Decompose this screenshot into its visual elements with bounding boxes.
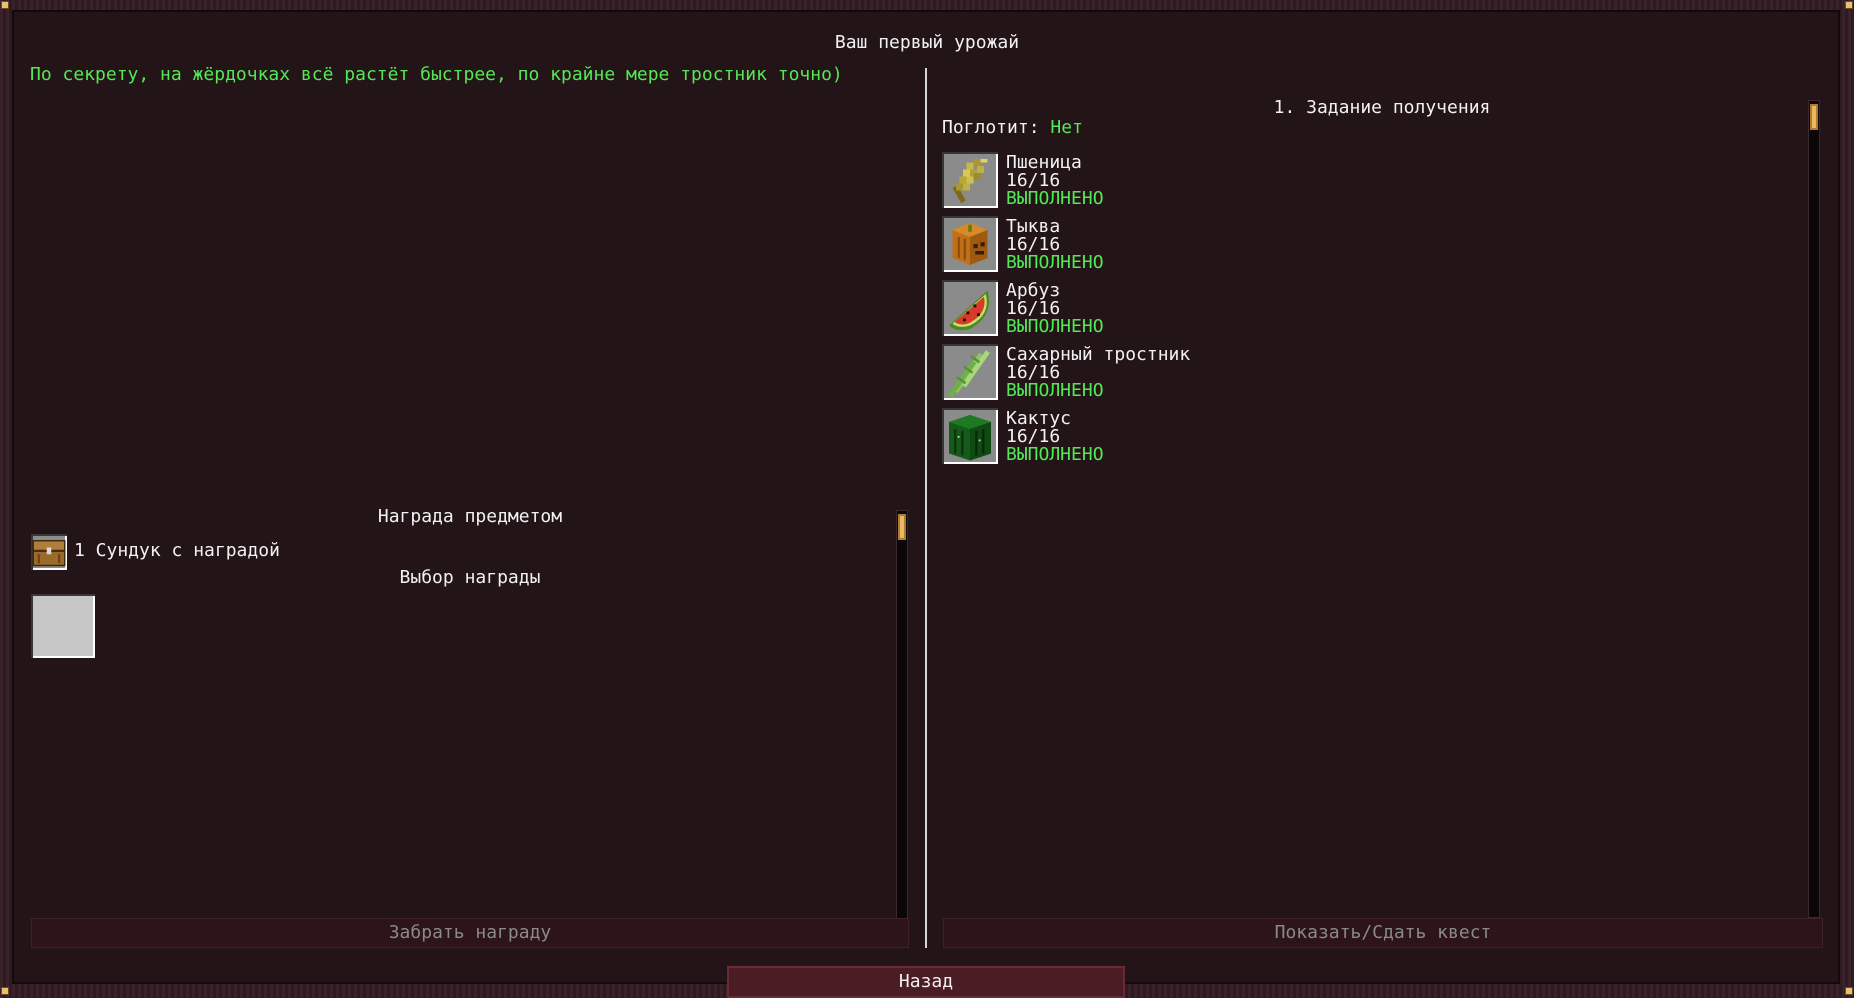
task-item-slot[interactable] xyxy=(942,280,998,336)
rewards-scroll-thumb[interactable] xyxy=(898,514,906,540)
task-item: Пшеница 16/16 ВЫПОЛНЕНО xyxy=(942,152,1342,210)
claim-reward-button[interactable]: Забрать награду xyxy=(31,918,909,948)
task-item-slot[interactable] xyxy=(942,152,998,208)
task-item: Тыква 16/16 ВЫПОЛНЕНО xyxy=(942,216,1342,274)
chest-icon xyxy=(32,540,66,567)
task-item: Сахарный тростник 16/16 ВЫПОЛНЕНО xyxy=(942,344,1342,402)
frame-corner xyxy=(1846,2,1852,8)
wheat-icon xyxy=(952,159,988,204)
tasks-scroll-thumb[interactable] xyxy=(1810,104,1818,130)
frame-corner xyxy=(2,988,8,994)
task-item: Арбуз 16/16 ВЫПОЛНЕНО xyxy=(942,280,1342,338)
reward-choice-slot[interactable] xyxy=(31,594,95,658)
panel-divider xyxy=(925,68,927,948)
sugar-cane-icon xyxy=(947,350,990,398)
frame-corner xyxy=(2,2,8,8)
cactus-icon xyxy=(949,415,991,461)
task-item-status: ВЫПОЛНЕНО xyxy=(1006,252,1104,273)
task-item-status: ВЫПОЛНЕНО xyxy=(1006,188,1104,209)
task-item-status: ВЫПОЛНЕНО xyxy=(1006,380,1104,401)
consume-label-text: Поглотит: xyxy=(942,117,1040,138)
submit-quest-button[interactable]: Показать/Сдать квест xyxy=(943,918,1823,948)
task-header: 1. Задание получения xyxy=(1273,97,1491,118)
task-item-slot[interactable] xyxy=(942,408,998,464)
task-item-slot[interactable] xyxy=(942,216,998,272)
tasks-scrollbar[interactable] xyxy=(1808,100,1820,918)
item-reward-header: Награда предметом xyxy=(377,506,563,527)
task-item-status: ВЫПОЛНЕНО xyxy=(1006,316,1104,337)
consume-label: Поглотит: Нет xyxy=(942,119,1083,137)
melon-slice-icon xyxy=(949,290,990,331)
reward-item-slot[interactable] xyxy=(31,534,67,570)
task-item: Кактус 16/16 ВЫПОЛНЕНО xyxy=(942,408,1342,466)
frame-corner xyxy=(1846,988,1852,994)
task-item-status: ВЫПОЛНЕНО xyxy=(1006,444,1104,465)
task-item-slot[interactable] xyxy=(942,344,998,400)
quest-title: Ваш первый урожай xyxy=(834,32,1020,53)
quest-description: По секрету, на жёрдочках всё растёт быст… xyxy=(30,64,843,85)
reward-choice-header: Выбор награды xyxy=(399,567,541,588)
pumpkin-icon xyxy=(952,223,988,265)
reward-item-label: 1 Сундук с наградой xyxy=(74,540,280,561)
consume-value: Нет xyxy=(1050,117,1083,138)
back-button[interactable]: Назад xyxy=(727,966,1125,998)
rewards-scrollbar[interactable] xyxy=(896,510,908,920)
